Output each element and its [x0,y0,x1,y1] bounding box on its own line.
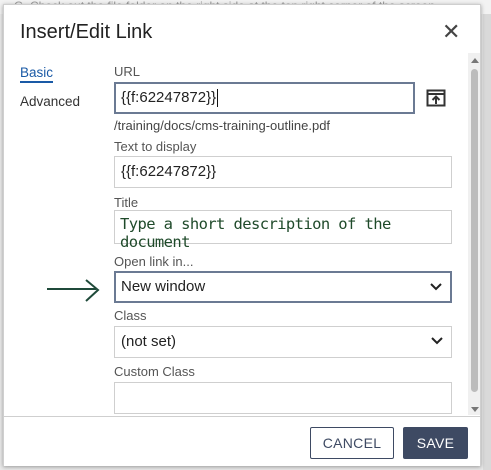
class-select[interactable]: (not set) [114,326,452,358]
custom-class-input[interactable] [114,382,452,414]
chevron-down-icon [430,283,442,291]
title-label: Title [114,195,139,210]
dialog-footer: CANCEL SAVE [4,416,480,466]
close-icon[interactable]: ✕ [442,21,460,43]
insert-edit-link-dialog: Insert/Edit Link ✕ Basic Advanced URL {{… [3,4,481,466]
url-label: URL [114,64,141,79]
url-path: /training/docs/cms-training-outline.pdf [114,118,331,133]
scroll-up-icon[interactable] [471,58,479,63]
open-link-in-value: New window [121,278,206,295]
open-link-in-select[interactable]: New window [114,271,452,303]
scroll-down-icon[interactable] [471,407,479,412]
chevron-down-icon [431,337,443,345]
class-value: (not set) [121,333,177,350]
cancel-button[interactable]: CANCEL [310,427,394,459]
background-page-edge [483,14,491,470]
class-label: Class [114,308,147,323]
browse-file-icon[interactable] [425,87,447,109]
url-input[interactable]: {{f:62247872}} [114,82,415,114]
url-value: {{f:62247872}} [121,89,217,106]
tab-advanced[interactable]: Advanced [20,94,80,109]
text-to-display-label: Text to display [114,139,197,154]
title-annotation-text: Type a short description of the document [120,215,391,251]
scrollbar-thumb[interactable] [471,69,478,392]
annotation-arrow-icon [47,279,100,302]
save-button[interactable]: SAVE [403,427,468,459]
text-to-display-input[interactable]: {{f:62247872}} [114,156,452,188]
tab-basic[interactable]: Basic [20,65,54,83]
custom-class-label: Custom Class [114,364,195,379]
dialog-title: Insert/Edit Link [20,21,153,43]
title-input[interactable]: Type a short description of the document [114,210,452,251]
open-link-in-label: Open link in... [114,254,194,269]
text-caret [217,89,219,108]
